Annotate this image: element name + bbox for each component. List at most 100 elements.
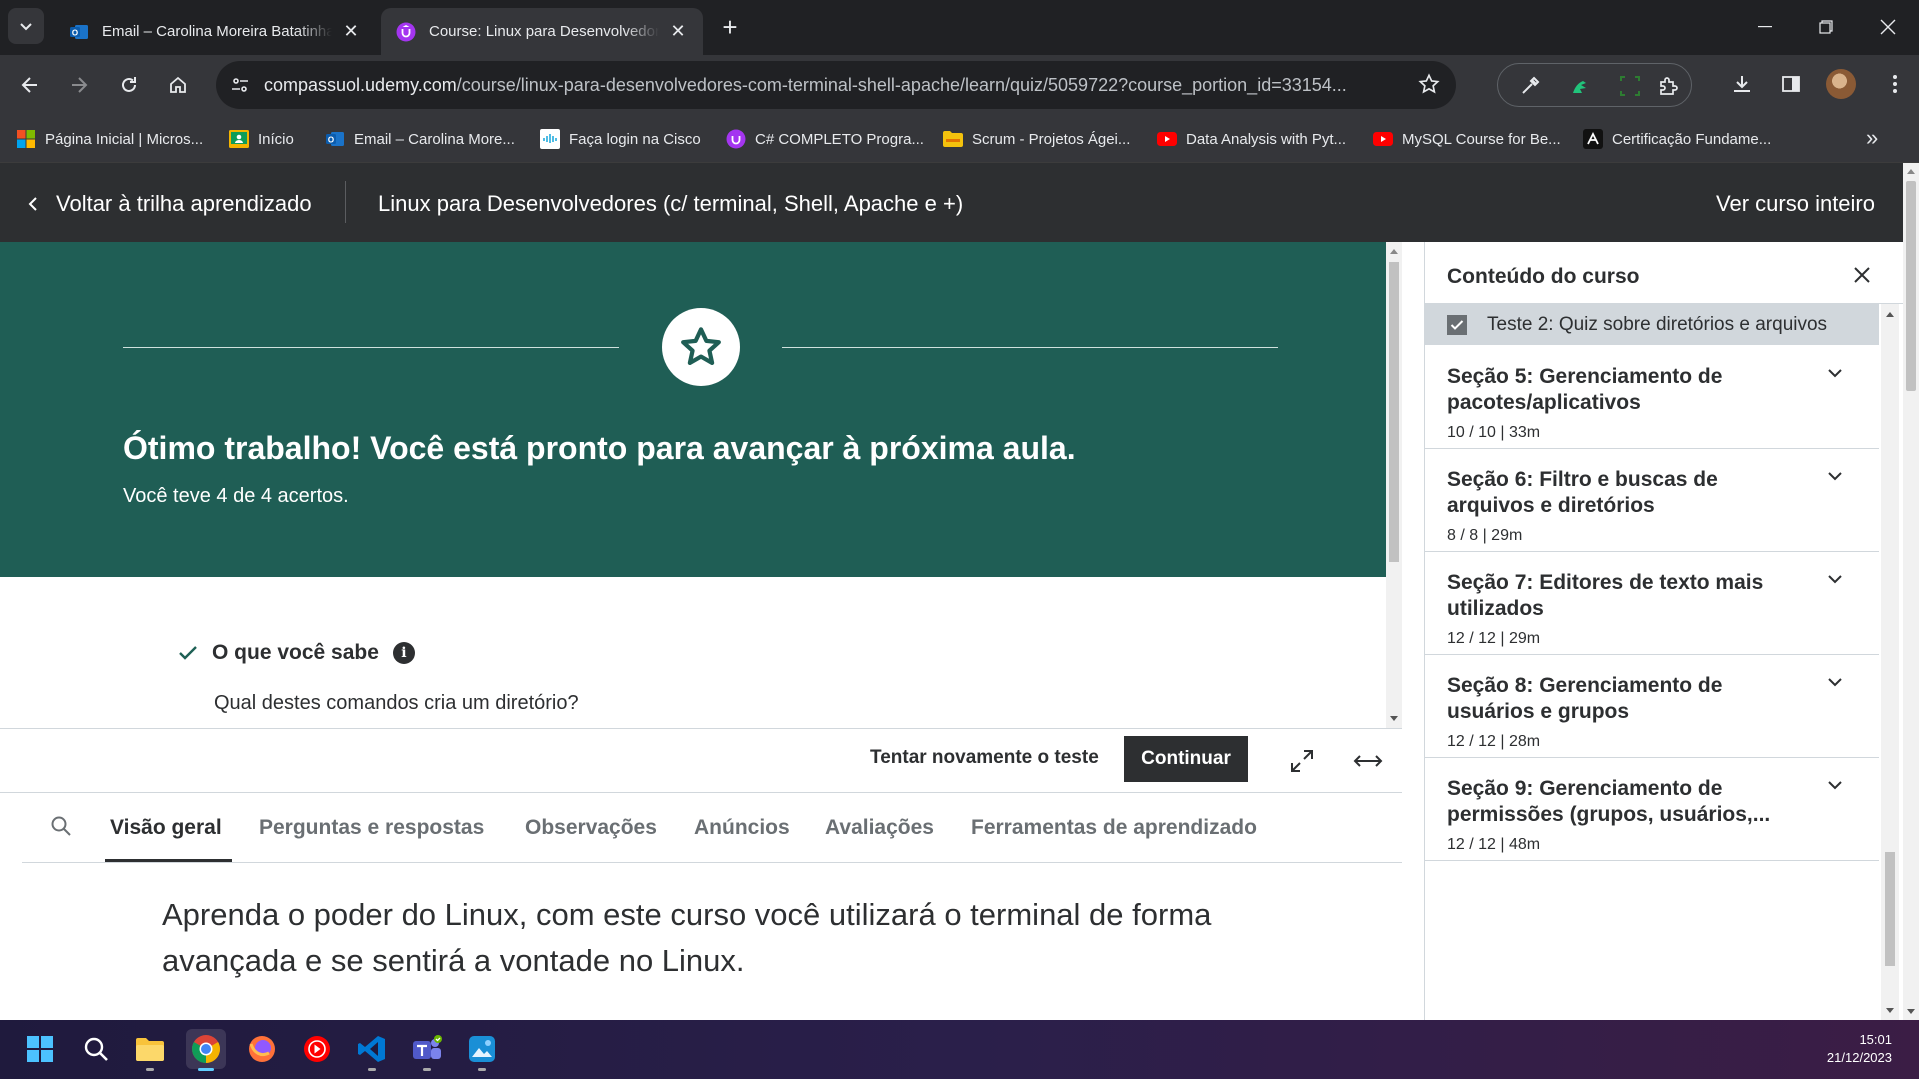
fullscreen-icon[interactable]	[1287, 746, 1317, 776]
browser-tab-email[interactable]: O Email – Carolina Moreira Batatinha ✕	[54, 8, 376, 55]
system-clock[interactable]: 15:01 21/12/2023	[1827, 1031, 1892, 1067]
retry-quiz-button[interactable]: Tentar novamente o teste	[870, 747, 1099, 769]
bookmark-label: Início	[258, 130, 294, 148]
tab-notes[interactable]: Observações	[525, 816, 657, 840]
tab-overview[interactable]: Visão geral	[110, 816, 222, 840]
back-arrow-icon[interactable]	[12, 67, 48, 103]
new-tab-icon[interactable]: +	[716, 12, 744, 42]
section-6[interactable]: Seção 6: Filtro e buscas de arquivos e d…	[1425, 449, 1879, 552]
chevron-down-icon[interactable]	[1827, 780, 1843, 790]
green-extension-icon[interactable]	[1568, 74, 1592, 98]
current-lecture-label: Teste 2: Quiz sobre diretórios e arquivo…	[1487, 313, 1828, 335]
close-tab-icon[interactable]: ✕	[667, 21, 689, 43]
scroll-thumb[interactable]	[1906, 181, 1916, 391]
chevron-down-icon[interactable]	[1827, 471, 1843, 481]
section-5[interactable]: Seção 5: Gerenciamento de pacotes/aplica…	[1425, 346, 1879, 449]
chevron-left-icon	[28, 197, 37, 211]
side-panel-icon[interactable]	[1776, 69, 1806, 99]
browser-tab-course[interactable]: Course: Linux para Desenvolvedores ✕	[381, 8, 703, 55]
tab-search-button[interactable]	[8, 8, 44, 44]
tab-reviews[interactable]: Avaliações	[825, 816, 934, 840]
restore-icon[interactable]	[1806, 8, 1846, 46]
tab-learning-tools[interactable]: Ferramentas de aprendizado	[971, 816, 1257, 840]
scroll-up-arrow[interactable]	[1907, 169, 1915, 174]
reload-icon[interactable]	[111, 67, 147, 103]
vscode-icon[interactable]	[352, 1029, 392, 1071]
scroll-thumb[interactable]	[1885, 852, 1895, 966]
windows-start-icon[interactable]	[20, 1029, 60, 1069]
back-to-learning-path-link[interactable]: Voltar à trilha aprendizado	[28, 191, 312, 217]
close-window-icon[interactable]	[1868, 8, 1908, 46]
chevron-down-icon[interactable]	[1827, 574, 1843, 584]
search-icon[interactable]	[50, 815, 72, 837]
expand-width-icon[interactable]	[1353, 746, 1383, 776]
browser-menu-icon[interactable]	[1880, 69, 1910, 99]
section-title: Seção 7: Editores de texto mais utilizad…	[1447, 571, 1764, 620]
checkbox-checked-icon[interactable]	[1447, 314, 1467, 335]
continue-button[interactable]: Continuar	[1124, 736, 1248, 782]
chevron-down-icon[interactable]	[1827, 677, 1843, 687]
more-bookmarks-icon[interactable]: »	[1866, 125, 1878, 151]
youtube-music-icon[interactable]	[297, 1029, 337, 1069]
tab-questions-answers[interactable]: Perguntas e respostas	[259, 816, 484, 840]
address-bar[interactable]: compassuol.udemy.com/course/linux-para-d…	[216, 61, 1456, 109]
see-full-course-link[interactable]: Ver curso inteiro	[1716, 191, 1875, 217]
home-icon[interactable]	[160, 67, 196, 103]
svg-text:O: O	[328, 136, 334, 145]
active-tab-underline	[105, 859, 232, 862]
firefox-icon[interactable]	[242, 1029, 282, 1069]
sidebar-scrollbar[interactable]	[1881, 304, 1899, 1020]
photos-icon[interactable]	[462, 1029, 502, 1071]
score-text: Você teve 4 de 4 acertos.	[123, 485, 349, 507]
profile-avatar[interactable]	[1826, 69, 1856, 99]
teams-icon[interactable]	[407, 1029, 447, 1071]
bookmark-csharp[interactable]: C# COMPLETO Progra...	[726, 127, 924, 151]
bookmark-microsoft[interactable]: Página Inicial | Micros...	[16, 127, 203, 151]
classroom-icon	[229, 129, 249, 149]
scroll-down-arrow[interactable]	[1907, 1009, 1915, 1014]
chrome-icon[interactable]	[186, 1029, 226, 1071]
scroll-up-arrow[interactable]	[1886, 312, 1894, 317]
bookmark-scrum[interactable]: Scrum - Projetos Ágei...	[943, 127, 1130, 151]
section-9[interactable]: Seção 9: Gerenciamento de permissões (gr…	[1425, 758, 1879, 861]
cisco-icon	[540, 129, 560, 149]
bookmark-label: Página Inicial | Micros...	[45, 130, 204, 148]
tab-announcements[interactable]: Anúncios	[694, 816, 790, 840]
close-icon[interactable]	[1853, 266, 1875, 288]
bookmark-star-icon[interactable]	[1418, 73, 1440, 95]
youtube-icon	[1157, 129, 1177, 149]
screenshot-extension-icon[interactable]	[1618, 74, 1642, 98]
site-settings-icon[interactable]	[230, 75, 250, 95]
bookmark-cisco[interactable]: Faça login na Cisco	[540, 127, 701, 151]
course-title[interactable]: Linux para Desenvolvedores (c/ terminal,…	[378, 191, 963, 217]
scroll-down-arrow[interactable]	[1390, 716, 1398, 721]
header-divider	[345, 181, 346, 223]
section-7[interactable]: Seção 7: Editores de texto mais utilizad…	[1425, 552, 1879, 655]
chevron-down-icon[interactable]	[1827, 368, 1843, 378]
bookmark-email[interactable]: O Email – Carolina More...	[325, 127, 515, 151]
search-icon[interactable]	[76, 1029, 116, 1069]
course-tabs: Visão geral Perguntas e respostas Observ…	[22, 793, 1402, 863]
bookmark-label: Scrum - Projetos Ágei...	[972, 130, 1131, 148]
info-icon[interactable]: i	[392, 642, 415, 664]
bookmark-data-analysis[interactable]: Data Analysis with Pyt...	[1157, 127, 1346, 151]
bookmark-certificacao[interactable]: Certificação Fundame...	[1583, 127, 1771, 151]
eyedropper-extension-icon[interactable]	[1518, 74, 1542, 98]
star-icon	[681, 327, 721, 366]
minimize-icon[interactable]	[1745, 8, 1785, 46]
section-8[interactable]: Seção 8: Gerenciamento de usuários e gru…	[1425, 655, 1879, 758]
extensions-puzzle-icon[interactable]	[1656, 74, 1680, 98]
download-icon[interactable]	[1727, 69, 1757, 99]
page-scrollbar[interactable]	[1903, 163, 1919, 1020]
scroll-thumb[interactable]	[1389, 262, 1399, 562]
current-lecture-item[interactable]: Teste 2: Quiz sobre diretórios e arquivo…	[1425, 304, 1879, 345]
file-explorer-icon[interactable]	[130, 1029, 170, 1071]
scroll-down-arrow[interactable]	[1886, 1008, 1894, 1013]
scroll-up-arrow[interactable]	[1390, 249, 1398, 254]
bookmark-mysql[interactable]: MySQL Course for Be...	[1373, 127, 1561, 151]
banner-divider-left	[123, 347, 619, 348]
forward-arrow-icon[interactable]	[61, 67, 97, 103]
quiz-scrollbar[interactable]	[1386, 242, 1402, 728]
close-tab-icon[interactable]: ✕	[340, 21, 362, 43]
bookmark-inicio[interactable]: Início	[229, 127, 294, 151]
